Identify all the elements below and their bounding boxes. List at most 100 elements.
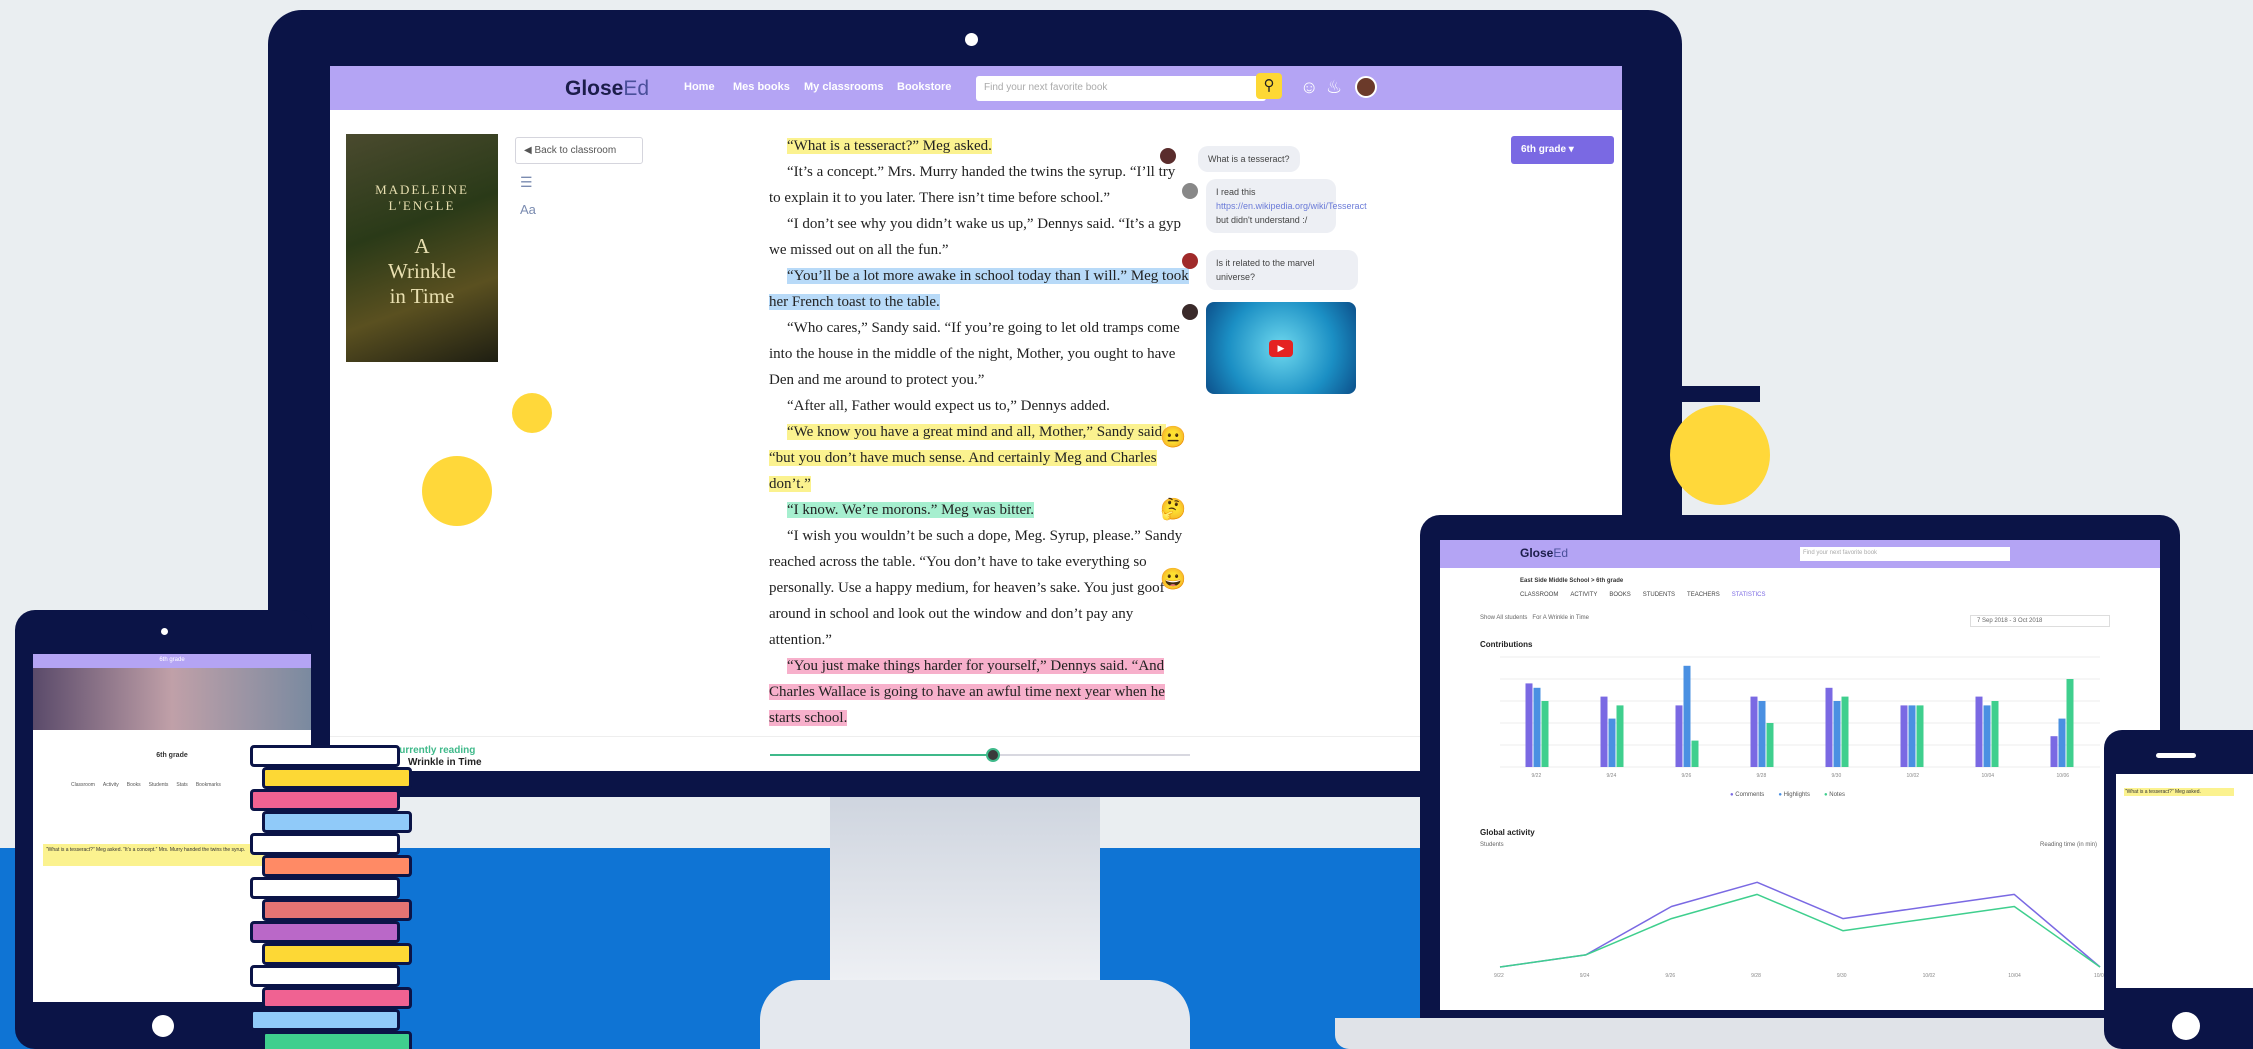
bar-highlights[interactable] — [1533, 687, 1541, 767]
x-tick-label: 10/06 — [2057, 773, 2070, 779]
bar-comments[interactable] — [1825, 687, 1833, 767]
gloseed-logo[interactable]: GloseEd — [1520, 546, 1568, 560]
bar-highlights[interactable] — [1833, 701, 1841, 767]
tab-classroom[interactable]: CLASSROOM — [1520, 592, 1558, 598]
bar-notes[interactable] — [1616, 705, 1624, 767]
graduate-mascot-icon — [1670, 405, 1770, 505]
font-settings-icon[interactable]: Aa — [520, 202, 536, 217]
tab-activity[interactable]: ACTIVITY — [1570, 592, 1597, 598]
progress-handle[interactable] — [985, 748, 1000, 762]
x-tick-label: 10/02 — [1923, 973, 1936, 979]
bar-notes[interactable] — [1691, 740, 1699, 767]
global-activity-chart: 9/22 9/24 9/26 9/28 9/30 10/02 10/04 10/06 — [1494, 881, 2107, 979]
global-activity-title: Global activity — [1480, 828, 1535, 837]
book-paragraph[interactable]: “What is a tesseract?” Meg asked. — [769, 133, 1189, 159]
shared-highlight[interactable]: “What is a tesseract?” Meg asked. “It’s … — [43, 844, 283, 866]
book-filter[interactable]: A Wrinkle in Time — [1543, 615, 1589, 621]
bar-notes[interactable] — [1916, 705, 1924, 767]
search-input[interactable]: Find your next favorite book — [976, 76, 1266, 101]
book-paragraph[interactable]: “We know you have a great mind and all, … — [769, 419, 1189, 497]
reaction-icon[interactable]: 🤔 — [1160, 498, 1186, 522]
x-tick-label: 9/26 — [1682, 773, 1692, 779]
phone: “What is a tesseract?” Meg asked. — [2104, 730, 2253, 1049]
activity-line[interactable] — [1499, 893, 2101, 968]
tab-books[interactable]: BOOKS — [1609, 592, 1630, 598]
bar-notes[interactable] — [2066, 679, 2074, 767]
book-paragraph[interactable]: “Who cares,” Sandy said. “If you’re goin… — [769, 315, 1189, 393]
mascot-reading-icon — [422, 456, 492, 526]
wikipedia-link[interactable]: https://en.wikipedia.org/wiki/Tesseract — [1216, 201, 1367, 211]
contributions-title: Contributions — [1480, 640, 1533, 649]
bar-comments[interactable] — [2050, 736, 2058, 767]
reading-progress-bar[interactable] — [770, 748, 1190, 762]
bar-comments[interactable] — [1675, 705, 1683, 767]
bar-notes[interactable] — [1991, 701, 1999, 767]
chat-message: Is it related to the marvel universe? — [1206, 250, 1358, 290]
tablet-tab[interactable]: Books — [127, 782, 141, 788]
bar-comments[interactable] — [1900, 705, 1908, 767]
bell-icon[interactable]: ♨ — [1326, 77, 1342, 98]
bar-highlights[interactable] — [1908, 705, 1916, 767]
tab-statistics[interactable]: STATISTICS — [1732, 592, 1766, 598]
book-paragraph[interactable]: “I don’t see why you didn’t wake us up,”… — [769, 211, 1189, 263]
search-input[interactable]: Find your next favorite book — [1800, 547, 2010, 561]
students-filter[interactable]: All students — [1496, 615, 1527, 621]
bar-comments[interactable] — [1600, 696, 1608, 767]
bar-notes[interactable] — [1766, 723, 1774, 767]
show-label: Show — [1480, 615, 1496, 621]
tab-students[interactable]: STUDENTS — [1643, 592, 1675, 598]
tab-teachers[interactable]: TEACHERS — [1687, 592, 1720, 598]
mascot-reading-icon — [512, 393, 552, 433]
video-thumbnail[interactable]: ▶ — [1206, 302, 1356, 394]
table-of-contents-icon[interactable]: ☰ — [520, 174, 533, 191]
bar-highlights[interactable] — [1758, 701, 1766, 767]
bar-highlights[interactable] — [1608, 718, 1616, 767]
users-icon[interactable]: ☺ — [1300, 77, 1318, 98]
camera-dot — [161, 628, 168, 635]
play-icon[interactable]: ▶ — [1269, 340, 1293, 357]
date-range-picker[interactable]: 7 Sep 2018 - 3 Oct 2018 — [1970, 615, 2110, 627]
book-illustration — [262, 855, 412, 877]
bar-highlights[interactable] — [1683, 665, 1691, 767]
grade-selector-button[interactable]: 6th grade ▾ — [1511, 136, 1614, 164]
user-avatar — [1182, 253, 1198, 269]
activity-line[interactable] — [1499, 881, 2101, 968]
back-to-classroom-button[interactable]: ◀ Back to classroom — [515, 137, 643, 164]
book-paragraph[interactable]: “I know. We’re morons.” Meg was bitter. — [769, 497, 1189, 523]
x-tick-label: 9/22 — [1494, 973, 1504, 979]
tablet-tab[interactable]: Students — [149, 782, 169, 788]
tablet-tab[interactable]: Stats — [176, 782, 187, 788]
nav-my-classrooms[interactable]: My classrooms — [804, 81, 883, 93]
book-paragraph[interactable]: “I wish you wouldn’t be such a dope, Meg… — [769, 523, 1189, 653]
reaction-icon[interactable]: 😀 — [1160, 568, 1186, 592]
reading-time-axis-label: Reading time (in min) — [2040, 842, 2098, 848]
graduation-cap-icon — [1680, 386, 1760, 402]
bar-highlights[interactable] — [1983, 705, 1991, 767]
tablet-tab[interactable]: Bookmarks — [196, 782, 221, 788]
tablet-tab[interactable]: Activity — [103, 782, 119, 788]
bar-comments[interactable] — [1975, 696, 1983, 767]
gloseed-logo[interactable]: GloseEd — [565, 77, 649, 101]
bar-notes[interactable] — [1841, 696, 1849, 767]
bar-highlights[interactable] — [2058, 718, 2066, 767]
tablet-tab[interactable]: Classroom — [71, 782, 95, 788]
bar-comments[interactable] — [1750, 696, 1758, 767]
bar-notes[interactable] — [1541, 701, 1549, 767]
book-paragraph[interactable]: “After all, Father would expect us to,” … — [769, 393, 1189, 419]
x-tick-label: 9/30 — [1837, 973, 1847, 979]
book-paragraph[interactable]: “You’ll be a lot more awake in school to… — [769, 263, 1189, 315]
user-avatar[interactable] — [1355, 76, 1377, 98]
search-icon[interactable]: ⚲ — [1256, 73, 1282, 99]
nav-home[interactable]: Home — [684, 81, 715, 93]
book-paragraph[interactable]: “You just make things harder for yoursel… — [769, 653, 1189, 731]
book-paragraph[interactable]: “It’s a concept.” Mrs. Murry handed the … — [769, 159, 1189, 211]
home-button[interactable] — [152, 1015, 174, 1037]
home-button[interactable] — [2172, 1012, 2200, 1040]
reaction-icon[interactable]: 😐 — [1160, 426, 1186, 450]
nav-my-books[interactable]: Mes books — [733, 81, 790, 93]
bar-comments[interactable] — [1525, 683, 1533, 767]
nav-bookstore[interactable]: Bookstore — [897, 81, 951, 93]
current-book-title[interactable]: Wrinkle in Time — [408, 757, 482, 768]
breadcrumb[interactable]: East Side Middle School > 6th grade — [1520, 578, 1623, 584]
legend-item: ● Notes — [1823, 792, 1845, 798]
